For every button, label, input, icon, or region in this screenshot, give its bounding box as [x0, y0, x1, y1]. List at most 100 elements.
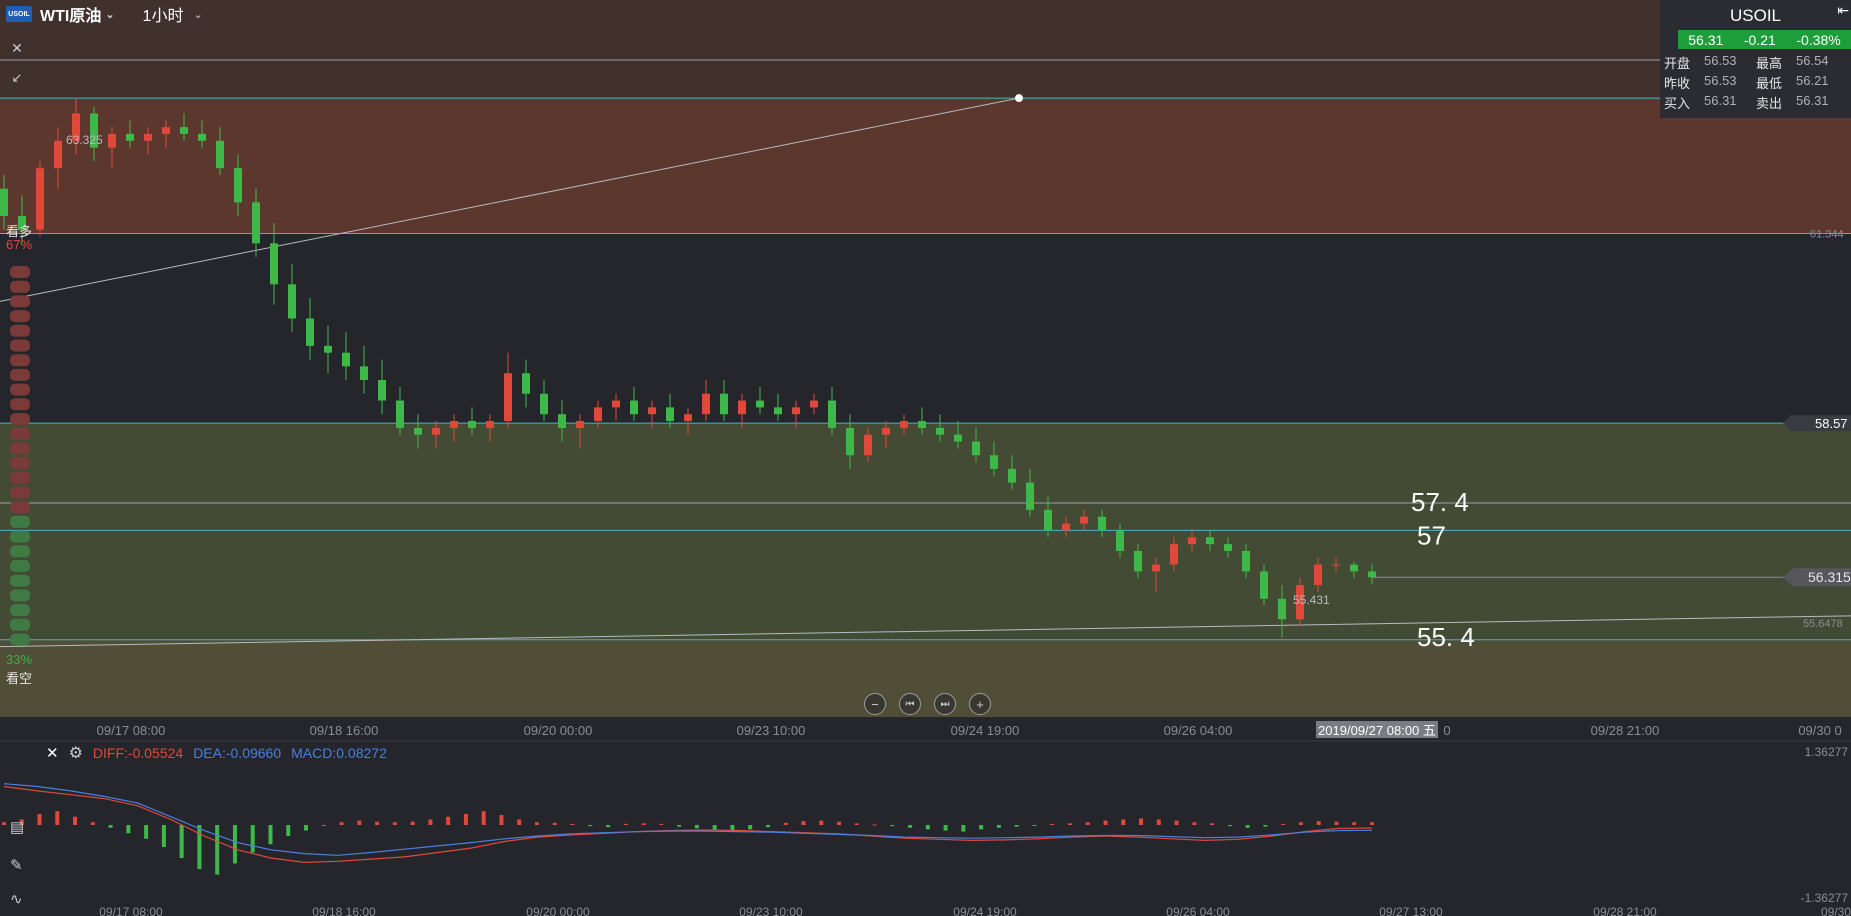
macd-histogram-bar: [1156, 819, 1161, 825]
macd-histogram-bar: [446, 816, 451, 825]
chart-stage[interactable]: 63.325 55.431 57. 4 57 55. 4 61.344 58.57 56.31…: [0, 0, 1851, 916]
macd-y-min: -1.36277: [1801, 891, 1849, 905]
macd-histogram-bar: [232, 825, 237, 864]
sentiment-bar-segment: [10, 574, 30, 587]
jump-start-button[interactable]: ⏮: [899, 693, 921, 715]
macd-histogram-bar: [339, 822, 344, 825]
candle-body: [1044, 509, 1052, 531]
candle-body: [162, 127, 170, 134]
zoom-in-button[interactable]: +: [969, 693, 991, 715]
drawing-pen-icon[interactable]: ✎: [10, 856, 23, 874]
quote-price-bar: 56.31 -0.21 -0.38%: [1678, 30, 1851, 49]
quote-last: 56.31: [1688, 31, 1724, 48]
candle-body: [1350, 564, 1358, 572]
close-icon[interactable]: ✕: [8, 40, 26, 57]
sentiment-bar-segment: [10, 515, 30, 528]
macd-histogram-bar: [108, 825, 113, 828]
macd-histogram-bar: [517, 819, 522, 825]
close-icon[interactable]: ✕: [46, 744, 59, 762]
candle-body: [540, 393, 548, 415]
sentiment-bar-segment: [10, 501, 30, 514]
jump-end-button[interactable]: ⏭: [934, 693, 956, 715]
candle-body: [918, 421, 926, 428]
macd-histogram-bar: [552, 822, 557, 825]
candle-body: [414, 427, 422, 435]
sentiment-bar-segment: [10, 368, 30, 381]
sentiment-bar-segment: [10, 604, 30, 617]
candle-body: [756, 400, 764, 408]
zone-band: [0, 639, 1851, 717]
candle-body: [504, 373, 512, 422]
chart-toolbar: USOIL WTI原油 ⌄ 1小时 ⌄: [0, 0, 330, 28]
candle-body: [108, 133, 116, 148]
sentiment-bar-segment: [10, 413, 30, 425]
gear-icon[interactable]: ⚙: [69, 743, 83, 763]
candle-body: [198, 133, 206, 141]
sentiment-bar-segment: [10, 560, 30, 572]
candle-body: [306, 318, 314, 346]
candle-body: [1008, 468, 1016, 483]
candle-body: [972, 441, 980, 456]
candle-body: [1368, 571, 1376, 578]
macd-x-axis-tick: 09/28 21:00: [1593, 905, 1657, 916]
symbol-name: WTI原油: [40, 8, 102, 25]
macd-dea-label: DEA:-0.09660: [193, 745, 282, 761]
waveform-icon[interactable]: ∿: [10, 890, 23, 908]
macd-histogram-bar: [837, 821, 842, 825]
candle-body: [936, 427, 944, 435]
macd-histogram-bar: [2, 822, 6, 825]
macd-histogram-bar: [765, 825, 770, 828]
candle-body: [522, 373, 530, 394]
x-axis-tick: 09/18 16:00: [310, 723, 379, 738]
macd-histogram-bar: [979, 825, 984, 830]
candle-body: [1242, 550, 1250, 572]
price-chart[interactable]: 63.325 55.431 57. 457 55. 4 61.344 58.57 56.31…: [0, 0, 1851, 916]
x-axis-tick: 09/28 21:00: [1591, 723, 1660, 738]
macd-histogram-bar: [73, 816, 78, 825]
macd-histogram-bar: [677, 825, 682, 827]
period-selector[interactable]: 1小时 ⌄: [143, 2, 203, 26]
candle-body: [1206, 537, 1214, 545]
candle-body: [36, 168, 44, 230]
bear-label: 看空: [6, 671, 33, 686]
quote-symbol: USOIL: [1729, 6, 1782, 25]
exit-icon[interactable]: ⇤: [1837, 2, 1849, 19]
macd-dea-line: [3, 783, 1373, 856]
low-label: 55.431: [1293, 593, 1330, 607]
macd-histogram-bar: [55, 811, 60, 825]
candle-body: [558, 414, 566, 428]
macd-histogram-bar: [890, 825, 895, 827]
macd-histogram-bar: [197, 825, 202, 870]
macd-histogram-bar: [1210, 823, 1215, 825]
candle-body: [1116, 530, 1124, 551]
macd-histogram-bar: [1032, 825, 1037, 826]
period-label: 1小时: [142, 8, 184, 25]
collapse-icon[interactable]: ↙: [8, 70, 26, 86]
macd-histogram-bar: [783, 822, 788, 825]
candle-body: [54, 140, 62, 169]
x-axis-tick: 09/30 0: [1798, 723, 1841, 738]
indicator-chart-icon[interactable]: ▤: [10, 818, 24, 836]
macd-histogram-bar: [268, 825, 273, 845]
macd-diff-label: DIFF:-0.05524: [92, 745, 184, 761]
candle-body: [234, 168, 242, 203]
crosshair-time: 2019/09/27 08:00 五: [1318, 723, 1436, 738]
candle-body: [828, 400, 836, 428]
sentiment-bar-segment: [10, 339, 30, 352]
macd-histogram-bar: [499, 815, 504, 825]
zoom-out-button[interactable]: −: [864, 693, 886, 715]
symbol-selector[interactable]: WTI原油 ⌄: [40, 2, 115, 26]
macd-histogram-bar: [1227, 825, 1232, 827]
macd-histogram-bar: [410, 821, 415, 825]
macd-histogram-bar: [606, 825, 611, 828]
x-axis-tick: 0: [1443, 723, 1450, 738]
candle-body: [270, 243, 278, 285]
candle-body: [1260, 571, 1268, 599]
sentiment-bar-segment: [10, 295, 30, 308]
candle-body: [1026, 482, 1034, 510]
level-annotation: 57: [1417, 520, 1446, 550]
candle-body: [252, 202, 260, 244]
candle-body: [0, 188, 8, 216]
candle-body: [846, 427, 854, 456]
sentiment-bar-segment: [10, 280, 30, 293]
